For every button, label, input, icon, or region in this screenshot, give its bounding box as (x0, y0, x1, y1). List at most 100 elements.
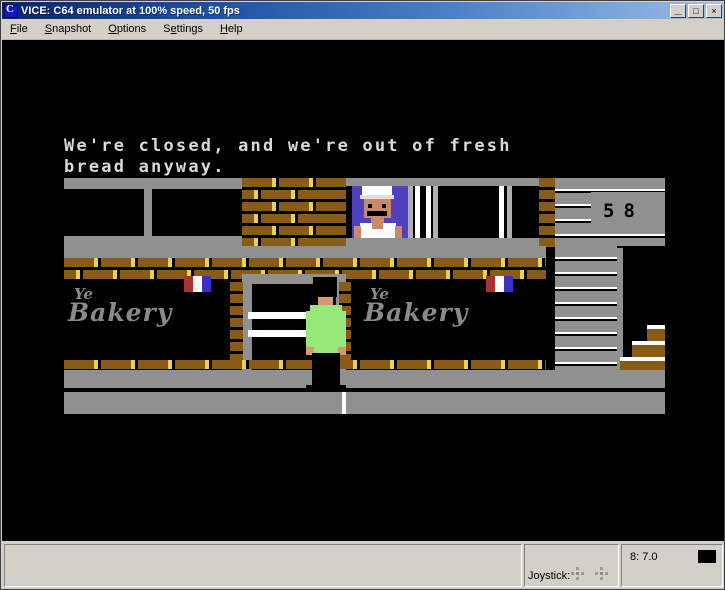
close-icon: × (711, 6, 717, 16)
status-message-panel (4, 544, 522, 587)
window-controls: _ □ × (670, 2, 722, 18)
player-neck (318, 297, 333, 305)
player-shoulder-left (306, 311, 311, 347)
drive-led-icon (698, 550, 716, 563)
joystick-label: Joystick: (528, 570, 571, 582)
flag-stripe-white (495, 276, 504, 292)
baker-eye-right (382, 204, 386, 208)
vice-emulator-window: VICE: C64 emulator at 100% speed, 50 fps… (0, 0, 725, 590)
pillar-brick-row (242, 214, 346, 223)
baker-sprite (352, 186, 408, 238)
flag-stripe-red (184, 276, 193, 292)
player-hair (313, 277, 337, 297)
right-brick-column (539, 202, 555, 211)
pillar-brick-row (242, 190, 346, 199)
step-lower-edge (620, 357, 665, 361)
step-middle-edge (632, 341, 665, 345)
joystick-dot-fire (576, 572, 579, 575)
game-scene: We're closed, and we're out of fresh bre… (2, 40, 724, 541)
joystick-status-panel[interactable]: Joystick: (524, 544, 619, 587)
pavement-upper (64, 370, 665, 388)
menu-item-settings[interactable]: Settings (155, 21, 211, 37)
right-window-sill (346, 238, 546, 246)
left-window-lintel (64, 178, 242, 189)
menu-item-help[interactable]: Help (212, 21, 251, 37)
joystick-indicator-1[interactable] (571, 567, 584, 580)
commodore-icon (4, 3, 18, 18)
menu-item-options[interactable]: Options (100, 21, 154, 37)
left-window-mullion (144, 189, 152, 236)
menu-bar: File Snapshot Options Settings Help (2, 19, 724, 40)
right-window-bar (426, 186, 431, 238)
drive-status-panel[interactable]: 8: 7.0 (621, 544, 723, 587)
baker-eye-left (368, 204, 372, 208)
joystick-dot-up (576, 567, 579, 570)
baker-shirt-vee (372, 223, 383, 229)
joystick-dot-down (576, 577, 579, 580)
pillar-brick-row (242, 226, 346, 235)
flag-stripe-red (486, 276, 495, 292)
step-upper-edge (647, 325, 665, 329)
dialogue-text: We're closed, and we're out of fresh bre… (64, 136, 684, 178)
bakery-sign-left-word: Bakery (68, 298, 173, 327)
joystick-dot-right (581, 572, 584, 575)
door-left-brick-pier (230, 282, 243, 360)
window-title: VICE: C64 emulator at 100% speed, 50 fps (21, 4, 240, 17)
menu-item-snapshot[interactable]: Snapshot (37, 21, 100, 37)
right-brick-column (539, 226, 555, 235)
pavement-base-shadow (64, 414, 665, 418)
flag-right (486, 276, 513, 292)
drive-label: 8: 7.0 (630, 551, 658, 563)
minimize-button[interactable]: _ (670, 2, 686, 18)
fascia-band (64, 246, 546, 258)
bakery-sign-right: Ye Bakery (364, 287, 469, 327)
dialogue-line-1: We're closed, and we're out of fresh (64, 136, 512, 156)
baker-hat (362, 186, 392, 195)
pillar-brick-row (242, 178, 346, 187)
baker-arm-right (395, 226, 402, 238)
player-shoulder-right (341, 311, 346, 347)
joystick-dot-up (600, 567, 603, 570)
right-window-bar (499, 186, 504, 238)
title-bar[interactable]: VICE: C64 emulator at 100% speed, 50 fps… (2, 2, 724, 19)
joystick-dot-left (571, 572, 574, 575)
bakery-sign-right-word: Bakery (364, 298, 469, 327)
right-stone-wall (555, 246, 617, 388)
baker-arm-left (354, 226, 361, 238)
right-window-lintel (346, 178, 546, 186)
right-brick-column (539, 178, 555, 187)
right-window-bar (408, 186, 413, 238)
dialogue-line-2: bread anyway. (64, 157, 226, 177)
joystick-dot-down (600, 577, 603, 580)
joystick-dot-left (595, 572, 598, 575)
flag-stripe-white (193, 276, 202, 292)
right-window-bar (415, 186, 420, 238)
shopfront-brick-course (64, 258, 546, 267)
right-brick-column (539, 214, 555, 223)
joystick-dot-fire (600, 572, 603, 575)
close-button[interactable]: × (706, 4, 722, 18)
baker-moustache (367, 211, 387, 216)
flag-stripe-blue (504, 276, 513, 292)
right-window-bar (433, 186, 438, 238)
player-shirt (310, 305, 342, 353)
player-sprite (304, 277, 348, 392)
pavement-joint (342, 392, 346, 414)
flag-left (184, 276, 211, 292)
maximize-icon: □ (693, 6, 699, 16)
right-window-bar (507, 186, 512, 238)
player-trousers (312, 353, 340, 387)
minimize-icon: _ (674, 2, 682, 16)
emulator-screen[interactable]: We're closed, and we're out of fresh bre… (2, 40, 724, 541)
joystick-indicator-2[interactable] (595, 567, 608, 580)
score-display: 58 (603, 200, 644, 222)
pavement-lower (64, 392, 665, 414)
right-brick-column (539, 190, 555, 199)
menu-item-file[interactable]: File (2, 21, 36, 37)
player-shoes (306, 385, 346, 392)
flag-stripe-blue (202, 276, 211, 292)
maximize-button[interactable]: □ (688, 4, 704, 18)
status-bar: Joystick: 8: 7.0 (2, 542, 724, 589)
pillar-brick-row (242, 202, 346, 211)
joystick-dot-right (605, 572, 608, 575)
